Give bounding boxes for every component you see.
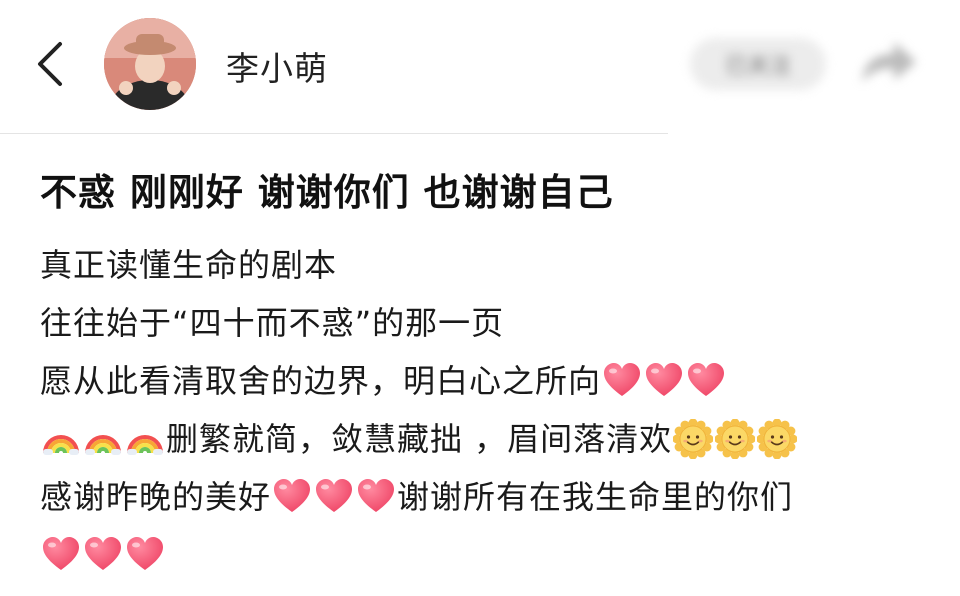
heart-icon	[602, 361, 642, 401]
post-line-3-text: 愿从此看清取舍的边界，明白心之所向	[40, 362, 602, 400]
heart-icon	[356, 477, 396, 517]
post-line-6	[40, 526, 940, 584]
post-line-5a-text: 感谢昨晚的美好	[40, 478, 272, 516]
follow-button-label: 已关注	[724, 54, 791, 79]
rainbow-icon	[83, 419, 123, 459]
post-line-4: 删繁就简，敛慧藏拙 ，眉间落清欢	[40, 410, 940, 468]
header: 李小萌 已关注	[0, 0, 960, 134]
post-line-1: 真正读懂生命的剧本	[40, 236, 940, 294]
heart-icon	[644, 361, 684, 401]
post-title: 不惑 刚刚好 谢谢你们 也谢谢自己	[40, 171, 614, 214]
post-line-1-text: 真正读懂生命的剧本	[40, 246, 338, 284]
sun-smile-icon	[673, 419, 714, 459]
sun-smile-icon	[715, 419, 756, 459]
heart-icon	[83, 535, 123, 575]
heart-icon	[686, 361, 726, 401]
back-button[interactable]	[30, 38, 70, 90]
post-line-2: 往往始于“四十而不惑”的那一页	[40, 294, 940, 352]
share-icon	[862, 42, 916, 82]
rainbow-icon	[41, 419, 81, 459]
username[interactable]: 李小萌	[226, 42, 328, 90]
chevron-left-icon	[38, 42, 62, 86]
post-line-5b-text: 谢谢所有在我生命里的你们	[397, 478, 794, 516]
avatar-photo	[104, 18, 196, 110]
heart-icon	[272, 477, 312, 517]
heart-icon	[41, 535, 81, 575]
header-divider	[0, 133, 668, 134]
heart-icon	[314, 477, 354, 517]
rainbow-icon	[125, 419, 165, 459]
follow-button[interactable]: 已关注	[690, 38, 826, 90]
post-body: 真正读懂生命的剧本 往往始于“四十而不惑”的那一页 愿从此看清取舍的边界，明白心…	[40, 236, 940, 584]
post-line-2-text: 往往始于“四十而不惑”的那一页	[40, 304, 505, 342]
post-line-5: 感谢昨晚的美好 谢谢所有在我生命里的你们	[40, 468, 940, 526]
heart-icon	[125, 535, 165, 575]
post-line-4-text: 删繁就简，敛慧藏拙 ，眉间落清欢	[166, 420, 673, 458]
avatar[interactable]	[104, 18, 196, 110]
share-button[interactable]	[854, 34, 922, 94]
post-line-3: 愿从此看清取舍的边界，明白心之所向	[40, 352, 940, 410]
sun-smile-icon	[757, 419, 798, 459]
